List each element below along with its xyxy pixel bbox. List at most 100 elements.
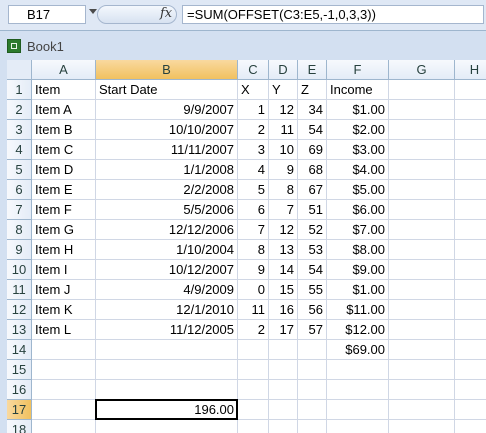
cell-a5[interactable]: Item D xyxy=(32,160,96,180)
cell-a12[interactable]: Item K xyxy=(32,300,96,320)
row-header-11[interactable]: 11 xyxy=(7,280,32,300)
row-header-3[interactable]: 3 xyxy=(7,120,32,140)
cell-g16[interactable] xyxy=(389,380,455,400)
row-header-14[interactable]: 14 xyxy=(7,340,32,360)
cell-g7[interactable] xyxy=(389,200,455,220)
cell-b13[interactable]: 11/12/2005 xyxy=(96,320,238,340)
cell-a11[interactable]: Item J xyxy=(32,280,96,300)
cell-e17[interactable] xyxy=(298,400,327,420)
cell-c7[interactable]: 6 xyxy=(238,200,269,220)
cell-g4[interactable] xyxy=(389,140,455,160)
cell-f11[interactable]: $1.00 xyxy=(327,280,389,300)
formula-input[interactable]: =SUM(OFFSET(C3:E5,-1,0,3,3)) xyxy=(182,5,484,24)
cell-d12[interactable]: 16 xyxy=(269,300,298,320)
cell-c6[interactable]: 5 xyxy=(238,180,269,200)
row-header-5[interactable]: 5 xyxy=(7,160,32,180)
cell-b18[interactable] xyxy=(96,420,238,433)
row-header-7[interactable]: 7 xyxy=(7,200,32,220)
cell-d5[interactable]: 9 xyxy=(269,160,298,180)
cell-b6[interactable]: 2/2/2008 xyxy=(96,180,238,200)
column-header-e[interactable]: E xyxy=(298,60,327,80)
cell-e9[interactable]: 53 xyxy=(298,240,327,260)
cell-e5[interactable]: 68 xyxy=(298,160,327,180)
cell-f15[interactable] xyxy=(327,360,389,380)
cell-e14[interactable] xyxy=(298,340,327,360)
cell-c9[interactable]: 8 xyxy=(238,240,269,260)
row-header-13[interactable]: 13 xyxy=(7,320,32,340)
row-header-8[interactable]: 8 xyxy=(7,220,32,240)
row-header-12[interactable]: 12 xyxy=(7,300,32,320)
cell-c10[interactable]: 9 xyxy=(238,260,269,280)
cell-f16[interactable] xyxy=(327,380,389,400)
cell-a6[interactable]: Item E xyxy=(32,180,96,200)
cell-e3[interactable]: 54 xyxy=(298,120,327,140)
cell-c18[interactable] xyxy=(238,420,269,433)
cell-g15[interactable] xyxy=(389,360,455,380)
cell-e7[interactable]: 51 xyxy=(298,200,327,220)
cell-d16[interactable] xyxy=(269,380,298,400)
cell-c5[interactable]: 4 xyxy=(238,160,269,180)
cell-d2[interactable]: 12 xyxy=(269,100,298,120)
cell-a4[interactable]: Item C xyxy=(32,140,96,160)
cell-d18[interactable] xyxy=(269,420,298,433)
cell-g14[interactable] xyxy=(389,340,455,360)
cell-a1[interactable]: Item xyxy=(32,80,96,100)
row-header-9[interactable]: 9 xyxy=(7,240,32,260)
cell-b5[interactable]: 1/1/2008 xyxy=(96,160,238,180)
cell-b1[interactable]: Start Date xyxy=(96,80,238,100)
column-header-g[interactable]: G xyxy=(389,60,455,80)
cell-a7[interactable]: Item F xyxy=(32,200,96,220)
cell-a15[interactable] xyxy=(32,360,96,380)
cell-h8[interactable] xyxy=(455,220,486,240)
cell-e6[interactable]: 67 xyxy=(298,180,327,200)
cell-f9[interactable]: $8.00 xyxy=(327,240,389,260)
cell-b7[interactable]: 5/5/2006 xyxy=(96,200,238,220)
cell-c15[interactable] xyxy=(238,360,269,380)
cell-f14[interactable]: $69.00 xyxy=(327,340,389,360)
cell-g3[interactable] xyxy=(389,120,455,140)
cell-b17[interactable]: 196.00 xyxy=(96,400,238,420)
cell-b10[interactable]: 10/12/2007 xyxy=(96,260,238,280)
cell-d9[interactable]: 13 xyxy=(269,240,298,260)
cell-b3[interactable]: 10/10/2007 xyxy=(96,120,238,140)
cell-b11[interactable]: 4/9/2009 xyxy=(96,280,238,300)
row-header-6[interactable]: 6 xyxy=(7,180,32,200)
cell-b16[interactable] xyxy=(96,380,238,400)
cell-c16[interactable] xyxy=(238,380,269,400)
cell-b8[interactable]: 12/12/2006 xyxy=(96,220,238,240)
cell-g8[interactable] xyxy=(389,220,455,240)
column-header-h[interactable]: H xyxy=(455,60,486,80)
cell-h6[interactable] xyxy=(455,180,486,200)
cell-c4[interactable]: 3 xyxy=(238,140,269,160)
cell-d4[interactable]: 10 xyxy=(269,140,298,160)
cell-d7[interactable]: 7 xyxy=(269,200,298,220)
row-header-18[interactable]: 18 xyxy=(7,420,32,433)
cell-h14[interactable] xyxy=(455,340,486,360)
cell-e13[interactable]: 57 xyxy=(298,320,327,340)
cell-g12[interactable] xyxy=(389,300,455,320)
cell-c2[interactable]: 1 xyxy=(238,100,269,120)
column-header-a[interactable]: A xyxy=(32,60,96,80)
spreadsheet-grid[interactable]: A B C D E F G H 1 Item Start Date X Y Z Income 2 Item A9… xyxy=(7,60,486,433)
cell-c1[interactable]: X xyxy=(238,80,269,100)
select-all-corner[interactable] xyxy=(7,60,32,80)
cell-f8[interactable]: $7.00 xyxy=(327,220,389,240)
cell-h7[interactable] xyxy=(455,200,486,220)
name-box[interactable]: B17 xyxy=(8,5,86,24)
cell-e12[interactable]: 56 xyxy=(298,300,327,320)
cell-g11[interactable] xyxy=(389,280,455,300)
cell-g10[interactable] xyxy=(389,260,455,280)
row-header-1[interactable]: 1 xyxy=(7,80,32,100)
cell-c3[interactable]: 2 xyxy=(238,120,269,140)
cell-d3[interactable]: 11 xyxy=(269,120,298,140)
cell-c13[interactable]: 2 xyxy=(238,320,269,340)
cell-f6[interactable]: $5.00 xyxy=(327,180,389,200)
cell-a8[interactable]: Item G xyxy=(32,220,96,240)
cell-e16[interactable] xyxy=(298,380,327,400)
column-header-b[interactable]: B xyxy=(96,60,238,80)
cell-a17[interactable] xyxy=(32,400,96,420)
cell-f18[interactable] xyxy=(327,420,389,433)
cell-e18[interactable] xyxy=(298,420,327,433)
cell-h2[interactable] xyxy=(455,100,486,120)
cell-e15[interactable] xyxy=(298,360,327,380)
